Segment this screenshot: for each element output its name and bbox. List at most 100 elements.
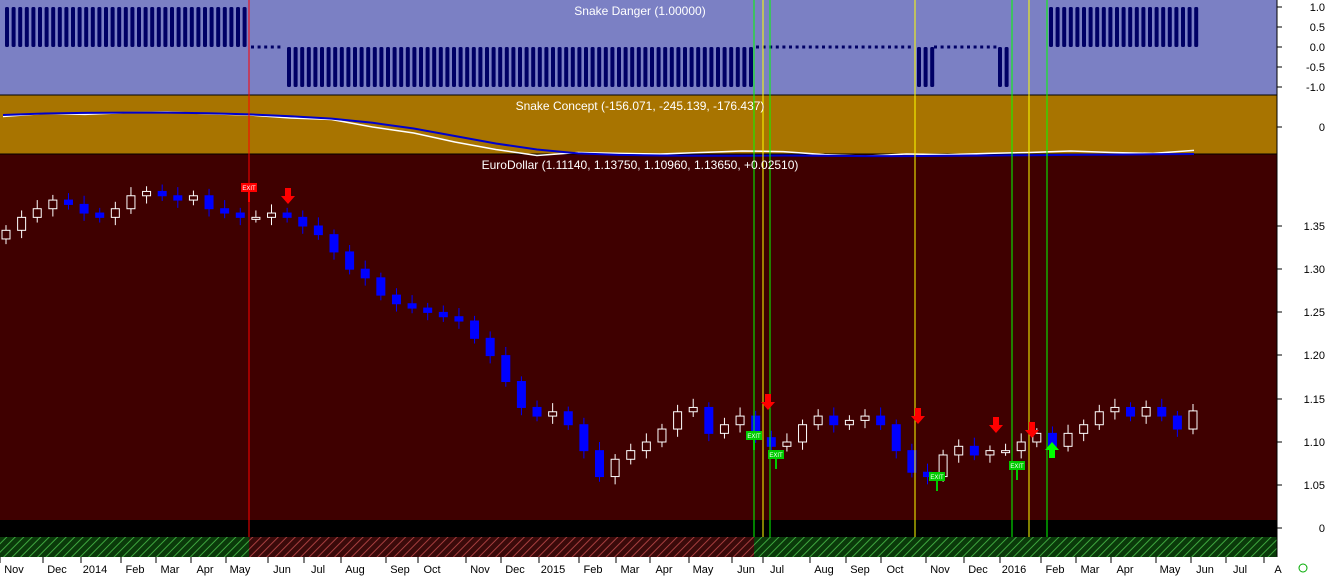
danger-bar (438, 47, 443, 87)
danger-bar (300, 47, 305, 87)
x-tick-label: Mar (621, 564, 640, 576)
danger-bar (379, 47, 384, 87)
danger-dot (986, 45, 990, 49)
danger-bar (1141, 7, 1146, 47)
price-panel-bottom-strip (0, 520, 1277, 537)
x-tick-label: Jul (1233, 564, 1247, 576)
danger-bar (722, 47, 727, 87)
danger-dot (789, 45, 792, 49)
danger-bar (71, 7, 75, 47)
candle-body (1063, 432, 1073, 447)
danger-bar (603, 47, 608, 87)
danger-bar (38, 7, 42, 47)
danger-dot (980, 45, 984, 49)
danger-bar (1108, 7, 1113, 47)
danger-dot (861, 45, 865, 49)
x-tick-label: 2016 (1002, 564, 1026, 576)
y-tick-label: -1.0 (1306, 82, 1325, 94)
candle-body (1016, 441, 1026, 452)
y-tick-label: 1.10 (1304, 437, 1325, 449)
danger-bar (485, 47, 489, 87)
danger-bar (1049, 7, 1053, 47)
danger-bar (392, 47, 397, 87)
candle-body (673, 411, 683, 430)
candle-body (188, 195, 198, 201)
danger-bar (1115, 7, 1119, 47)
danger-bar (544, 47, 549, 87)
danger-bar (696, 47, 701, 87)
danger-bar (1062, 7, 1067, 47)
chart-canvas[interactable]: EXIT EXIT EXIT EXIT EXIT 1.0 0.5 0.0 -0.5 -1.0 0 1… (0, 0, 1329, 577)
snake-concept-title: Snake Concept (-156.071, -245.139, -176.… (516, 99, 765, 113)
candle-body (1094, 411, 1104, 426)
y-tick-label: 0 (1319, 523, 1325, 535)
candle-body (438, 311, 448, 318)
danger-bar (1194, 7, 1199, 47)
candle-body (126, 195, 136, 210)
candle-body (516, 381, 526, 408)
danger-dot (894, 45, 898, 49)
price-panel (0, 154, 1277, 520)
danger-bar (1101, 7, 1106, 47)
danger-bar (130, 7, 135, 47)
danger-bar (333, 47, 338, 87)
y-tick-label: -0.5 (1306, 62, 1325, 74)
danger-bar (610, 47, 615, 87)
danger-bar (24, 7, 29, 47)
danger-dot (277, 45, 281, 49)
danger-bar (557, 47, 562, 87)
candle-body (829, 415, 839, 426)
x-tick-label: Apr (196, 564, 213, 576)
danger-bar (623, 47, 628, 87)
danger-bar (1095, 7, 1100, 47)
y-tick-label: 1.15 (1304, 394, 1325, 406)
danger-bar (97, 7, 102, 47)
danger-bar (702, 47, 707, 87)
danger-bar (117, 7, 122, 47)
danger-bar (11, 7, 16, 47)
danger-dot (874, 45, 878, 49)
candle-body (391, 294, 401, 305)
danger-bar (216, 7, 221, 47)
danger-bar (1088, 7, 1093, 47)
candle-body (360, 268, 370, 279)
candle-body (485, 337, 495, 357)
exit-label: EXIT (769, 453, 783, 459)
candle-body (1110, 406, 1120, 413)
danger-bar (242, 7, 247, 47)
candle-body (1172, 415, 1182, 430)
danger-bar (326, 47, 331, 87)
candle-body (876, 415, 886, 426)
danger-bar (1055, 7, 1060, 47)
danger-bar (1187, 7, 1192, 47)
danger-bar (104, 7, 108, 47)
candle-body (407, 303, 417, 309)
trading-chart[interactable]: EXIT EXIT EXIT EXIT EXIT 1.0 0.5 0.0 -0.5 -1.0 0 1… (0, 0, 1329, 577)
candle-body (95, 212, 105, 218)
candle-body (220, 208, 230, 214)
danger-bar (590, 47, 595, 87)
danger-bar (689, 47, 694, 87)
danger-bar (478, 47, 483, 87)
danger-bar (44, 7, 49, 47)
danger-bar (1134, 7, 1139, 47)
candle-body (345, 251, 355, 270)
candle-body (626, 450, 636, 460)
candle-body (563, 411, 573, 426)
danger-bar (156, 7, 161, 47)
danger-bar (445, 47, 450, 87)
danger-dot (828, 45, 832, 49)
danger-bar (1181, 7, 1185, 47)
x-tick-label: May (1160, 564, 1181, 576)
danger-bar (458, 47, 463, 87)
candle-body (376, 277, 386, 296)
y-tick-label: 0 (1319, 122, 1325, 134)
danger-bar (643, 47, 648, 87)
candle-body (79, 203, 89, 214)
exit-label: EXIT (747, 434, 761, 440)
danger-bar (584, 47, 588, 87)
x-tick-label: 2015 (541, 564, 565, 576)
candle-body (969, 445, 979, 456)
danger-bar (64, 7, 69, 47)
danger-bar (123, 7, 128, 47)
